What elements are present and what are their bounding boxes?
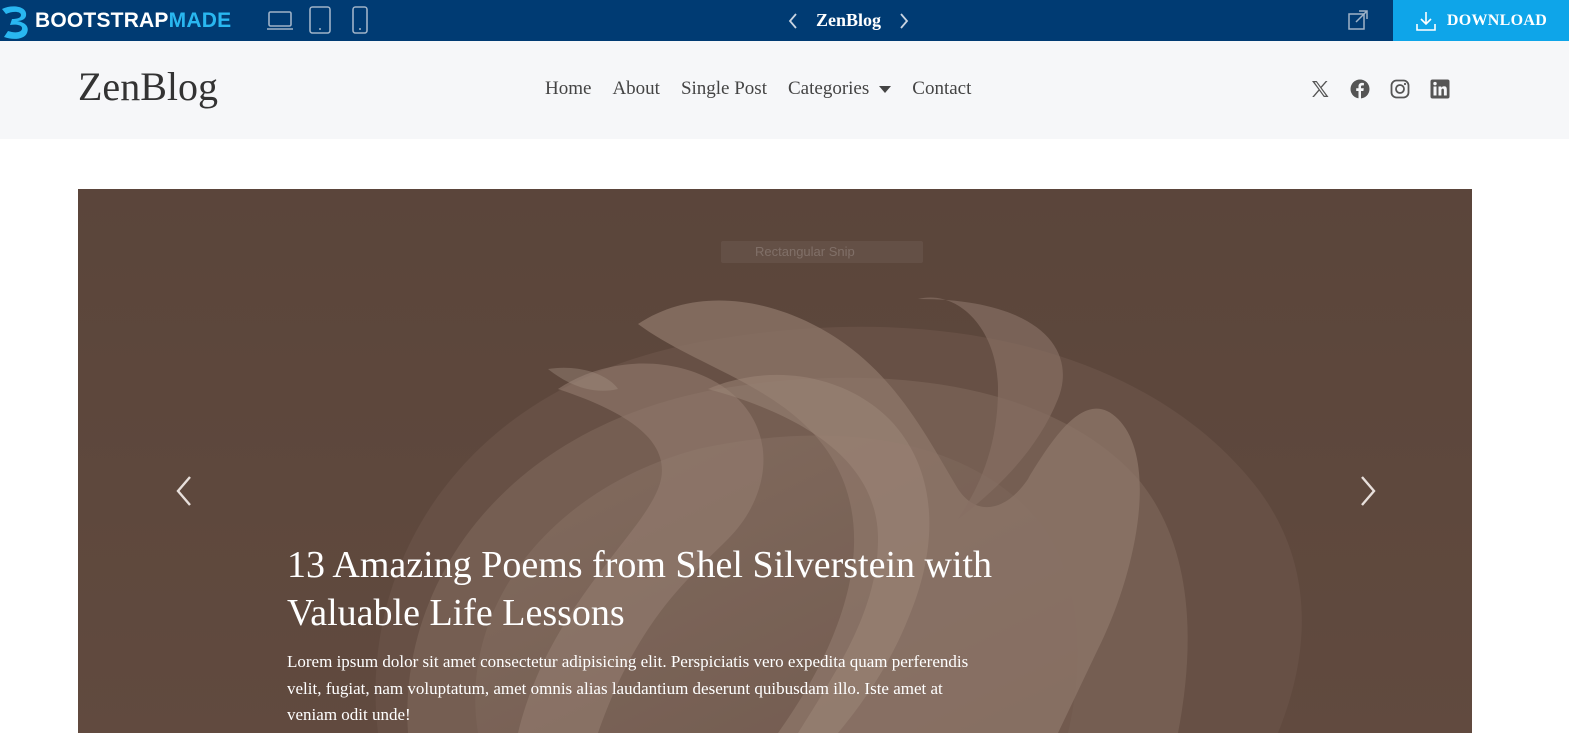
linkedin-icon[interactable] bbox=[1430, 79, 1450, 99]
brand-name-part1: BOOTSTRAP bbox=[35, 9, 169, 32]
next-template-icon[interactable] bbox=[891, 0, 917, 41]
carousel-next-icon[interactable] bbox=[1354, 471, 1382, 511]
main-nav: Home About Single Post Categories Contac… bbox=[545, 78, 971, 100]
nav-contact[interactable]: Contact bbox=[912, 78, 971, 100]
hero-carousel: Rectangular Snip 13 Amazing Poems from S… bbox=[78, 189, 1472, 733]
tablet-view-icon[interactable] bbox=[306, 6, 334, 34]
download-label: DOWNLOAD bbox=[1446, 11, 1548, 29]
preview-toolbar: BOOTSTRAPMADE ZenBlog DOWNLOAD bbox=[0, 0, 1569, 41]
nav-categories-label: Categories bbox=[788, 78, 870, 99]
nav-single-post[interactable]: Single Post bbox=[681, 78, 767, 100]
open-external-icon[interactable] bbox=[1346, 8, 1370, 32]
bootstrapmade-mark-icon bbox=[2, 6, 28, 39]
x-icon[interactable] bbox=[1310, 79, 1330, 99]
snip-overlay-label: Rectangular Snip bbox=[721, 241, 923, 263]
nav-categories[interactable]: Categories bbox=[788, 78, 892, 100]
social-links bbox=[1310, 79, 1450, 99]
desktop-view-icon[interactable] bbox=[266, 6, 294, 34]
site-header: ZenBlog Home About Single Post Categorie… bbox=[0, 41, 1569, 139]
nav-home[interactable]: Home bbox=[545, 78, 591, 100]
hero-post-excerpt: Lorem ipsum dolor sit amet consectetur a… bbox=[287, 652, 969, 724]
facebook-icon[interactable] bbox=[1350, 79, 1370, 99]
download-icon bbox=[1416, 11, 1436, 31]
template-name: ZenBlog bbox=[816, 10, 882, 30]
nav-about[interactable]: About bbox=[612, 78, 660, 100]
bootstrapmade-logo[interactable]: BOOTSTRAPMADE bbox=[0, 0, 231, 41]
brand-name-part2: MADE bbox=[168, 9, 232, 32]
site-logo[interactable]: ZenBlog bbox=[78, 63, 218, 110]
chevron-down-icon bbox=[879, 85, 892, 93]
previous-template-icon[interactable] bbox=[780, 0, 806, 41]
download-button[interactable]: DOWNLOAD bbox=[1393, 0, 1569, 41]
instagram-icon[interactable] bbox=[1390, 79, 1410, 99]
mobile-view-icon[interactable] bbox=[346, 6, 374, 34]
carousel-prev-icon[interactable] bbox=[170, 471, 198, 511]
hero-post-title[interactable]: 13 Amazing Poems from Shel Silverstein w… bbox=[287, 541, 1007, 637]
